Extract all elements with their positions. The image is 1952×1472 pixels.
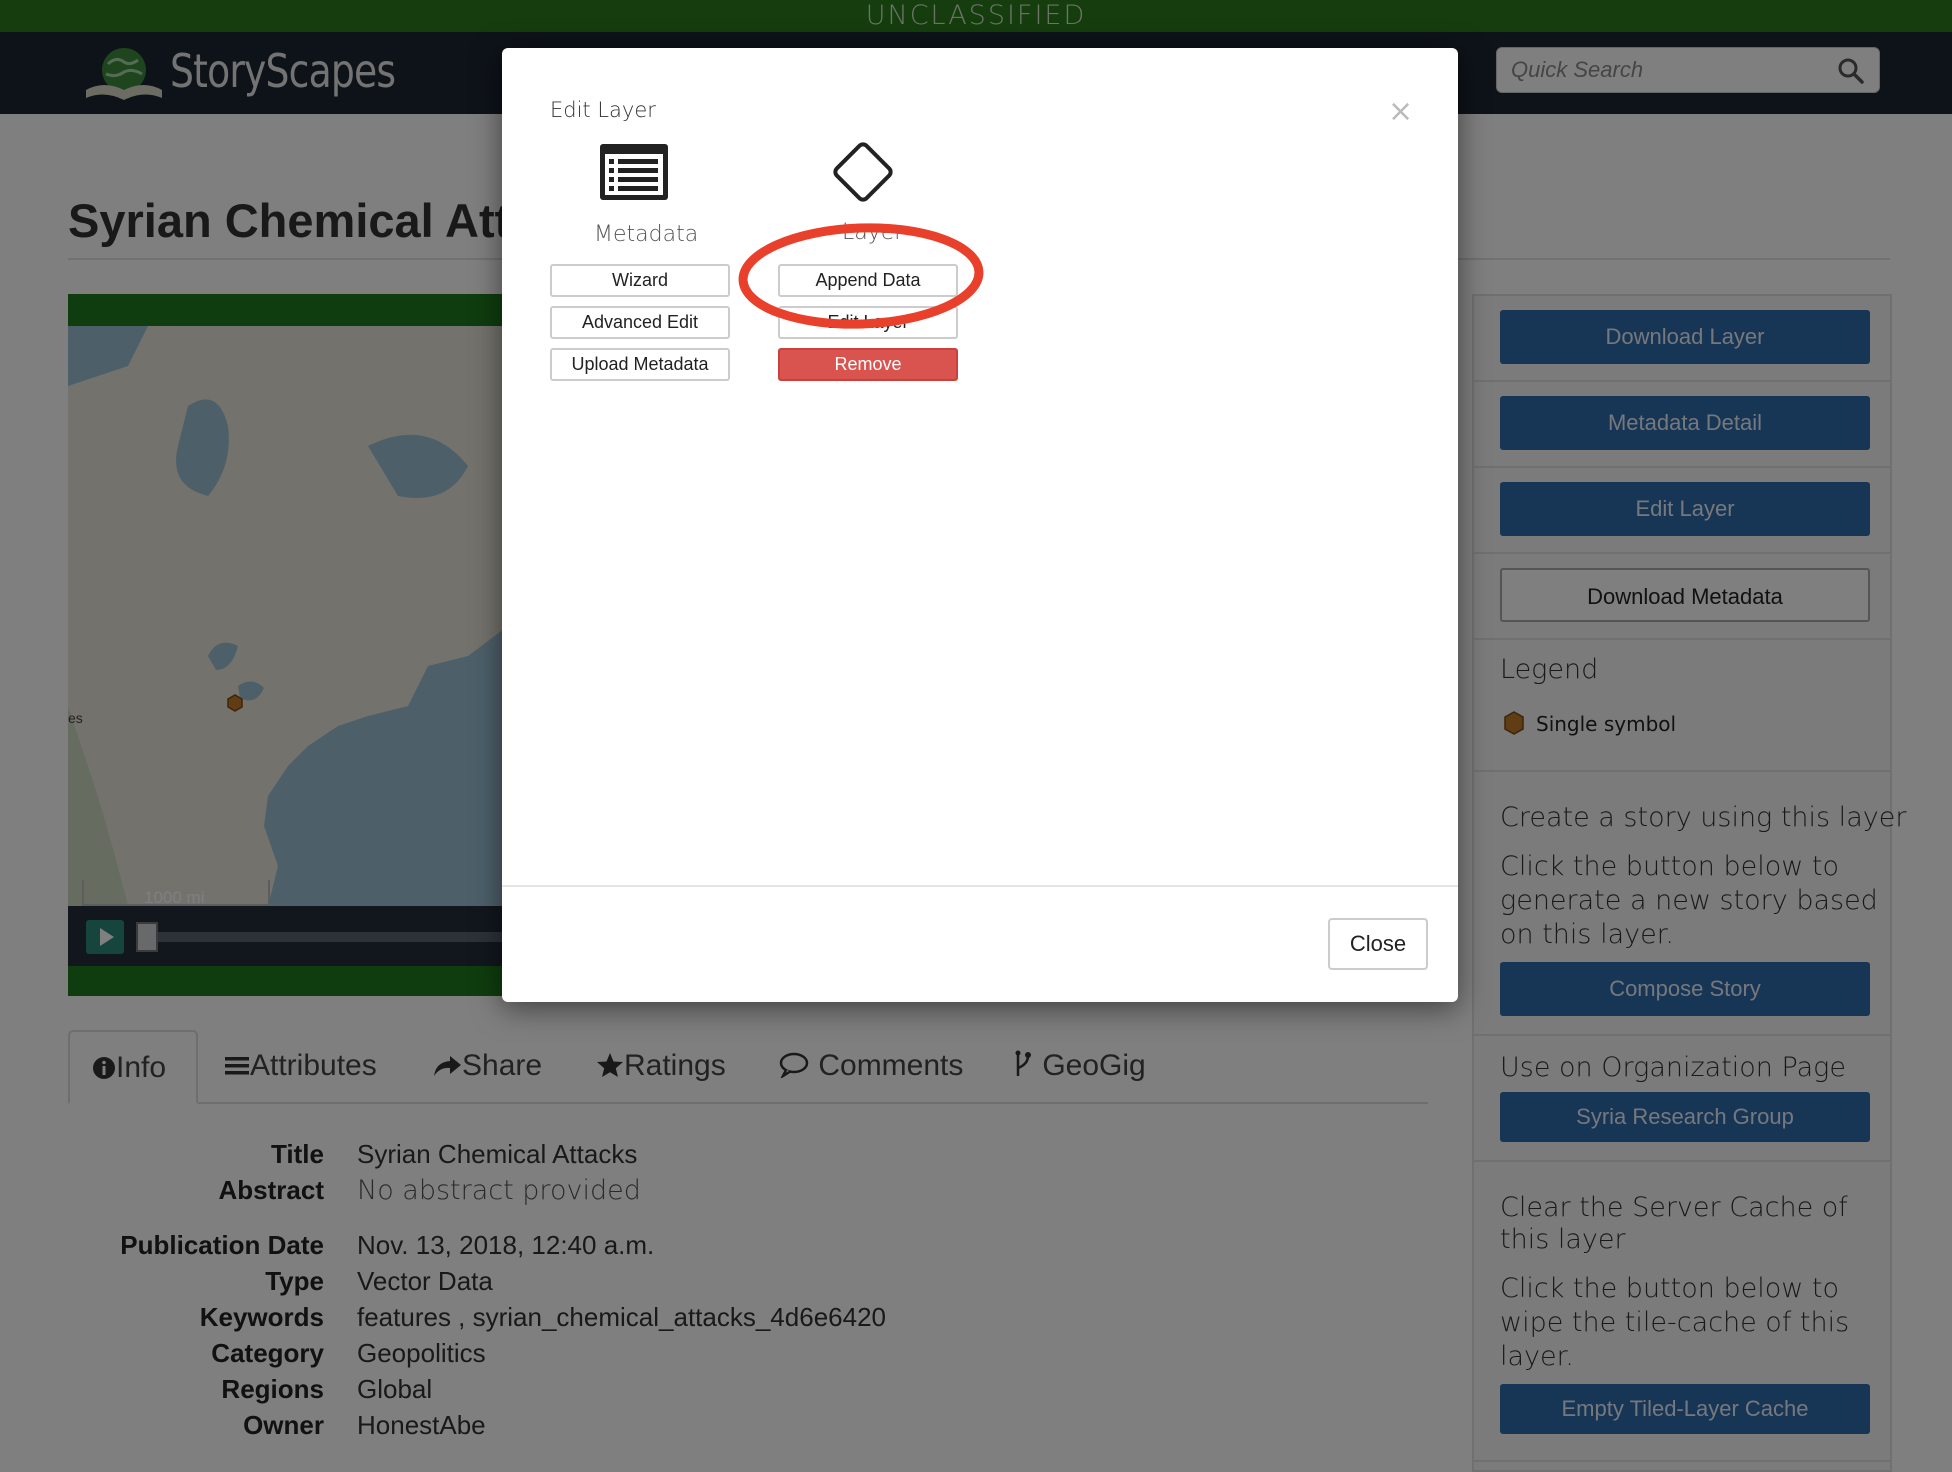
- annotation-highlight-ellipse: [738, 223, 984, 329]
- metadata-icon: [600, 144, 668, 200]
- modal-close-icon[interactable]: ×: [1388, 94, 1413, 129]
- wizard-button[interactable]: Wizard: [550, 264, 730, 297]
- remove-button[interactable]: Remove: [778, 348, 958, 381]
- modal-title: Edit Layer: [550, 98, 656, 122]
- diamond-layer-icon: [833, 142, 893, 202]
- upload-metadata-button[interactable]: Upload Metadata: [550, 348, 730, 381]
- metadata-column-label: Metadata: [594, 222, 699, 247]
- advanced-edit-button[interactable]: Advanced Edit: [550, 306, 730, 339]
- close-button[interactable]: Close: [1328, 918, 1428, 970]
- modal-footer-divider: [502, 885, 1458, 887]
- edit-layer-modal: Edit Layer × Metadata Layer Wizard Advan…: [502, 48, 1458, 1002]
